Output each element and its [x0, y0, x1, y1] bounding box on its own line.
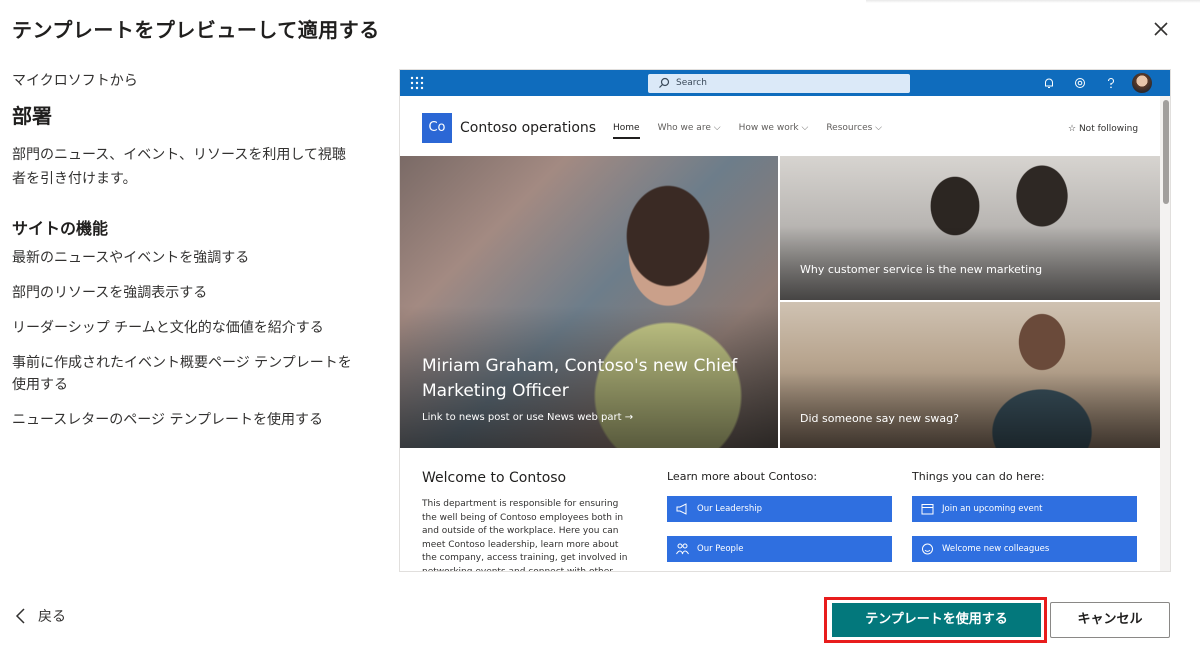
search-placeholder: Search: [676, 78, 707, 88]
hero-top-right-title: Why customer service is the new marketin…: [800, 263, 1043, 276]
help-icon: [1107, 77, 1115, 89]
template-source: マイクロソフトから: [12, 73, 138, 89]
back-label: 戻る: [38, 609, 66, 625]
feature-item: 部門のリソースを強調表示する: [12, 285, 208, 301]
quick-link-people: Our People: [667, 536, 892, 562]
site-nav: Home Who we are ⌵ How we work ⌵ Resource…: [613, 123, 882, 139]
quick-link-welcome: Welcome new colleagues: [912, 536, 1137, 562]
gear-icon: [1075, 78, 1085, 88]
chevron-down-icon: ⌵: [875, 123, 882, 133]
people-icon: [676, 543, 689, 555]
smiley-icon: [922, 543, 933, 555]
feature-item: リーダーシップ チームと文化的な価値を紹介する: [12, 320, 324, 336]
preview-scrollbar-thumb[interactable]: [1163, 100, 1169, 204]
suite-bar: Search: [400, 70, 1170, 96]
site-logo: Co: [422, 113, 452, 143]
hero-bottom-right-title: Did someone say new swag?: [800, 412, 959, 425]
back-button[interactable]: 戻る: [14, 606, 66, 626]
welcome-heading: Welcome to Contoso: [422, 470, 567, 486]
app-launcher-icon: [410, 76, 424, 90]
hero-news: Miriam Graham, Contoso's new Chief Marke…: [400, 156, 1160, 448]
hero-main-link: Link to news post or use News web part →: [422, 412, 634, 423]
hero-bottom-right-tile: Did someone say new swag?: [780, 302, 1160, 448]
preview-lower-section: Welcome to Contoso This department is re…: [400, 450, 1160, 572]
template-description: 部門のニュース、イベント、リソースを利用して視聴者を引き付けます。: [12, 147, 346, 187]
features-list: 最新のニュースやイベントを強調する 部門のリソースを強調表示する リーダーシップ…: [12, 247, 357, 431]
welcome-text: This department is responsible for ensur…: [422, 499, 628, 572]
chevron-down-icon: ⌵: [801, 123, 809, 133]
search-icon: [659, 77, 670, 88]
top-shadow: [866, 0, 1200, 3]
nav-home: Home: [613, 123, 640, 139]
site-name: Contoso operations: [460, 120, 597, 136]
cancel-button[interactable]: キャンセル: [1050, 602, 1170, 638]
megaphone-icon: [676, 503, 687, 515]
bell-icon: [1045, 78, 1053, 88]
close-button[interactable]: [1150, 18, 1172, 40]
nav-resources: Resources ⌵: [826, 123, 882, 133]
feature-item: 最新のニュースやイベントを強調する: [12, 250, 250, 266]
quick-link-leadership: Our Leadership: [667, 496, 892, 522]
template-name: 部署: [12, 104, 52, 128]
site-header: Co Contoso operations Home Who we are ⌵ …: [400, 96, 1160, 156]
chevron-down-icon: ⌵: [713, 123, 721, 133]
avatar: [1132, 73, 1152, 93]
hero-main-title: Miriam Graham, Contoso's new Chief Marke…: [422, 356, 738, 401]
things-heading: Things you can do here:: [912, 470, 1045, 483]
template-preview[interactable]: Search Co Contoso operations Home Who we…: [399, 69, 1171, 572]
chevron-left-icon: [15, 608, 25, 624]
feature-item: 事前に作成されたイベント概要ページ テンプレートを使用する: [12, 355, 352, 393]
feature-item: ニュースレターのページ テンプレートを使用する: [12, 412, 324, 428]
nav-how-we-work: How we work ⌵: [738, 123, 809, 133]
hero-main-tile: Miriam Graham, Contoso's new Chief Marke…: [400, 156, 778, 448]
close-icon: [1154, 22, 1168, 36]
features-heading: サイトの機能: [12, 219, 109, 238]
quick-link-event: Join an upcoming event: [912, 496, 1137, 522]
learn-heading: Learn more about Contoso:: [667, 470, 818, 483]
template-details: マイクロソフトから 部署 部門のニュース、イベント、リソースを利用して視聴者を引…: [12, 70, 357, 444]
preview-search-box: Search: [648, 74, 910, 93]
dialog-title: テンプレートをプレビューして適用する: [12, 18, 380, 42]
hero-top-right-tile: Why customer service is the new marketin…: [780, 156, 1160, 300]
follow-status: ☆ Not following: [1068, 124, 1139, 134]
use-template-button[interactable]: テンプレートを使用する: [832, 603, 1041, 637]
calendar-icon: [921, 504, 934, 515]
star-icon: ☆: [1068, 124, 1077, 134]
nav-who-we-are: Who we are ⌵: [657, 123, 721, 133]
